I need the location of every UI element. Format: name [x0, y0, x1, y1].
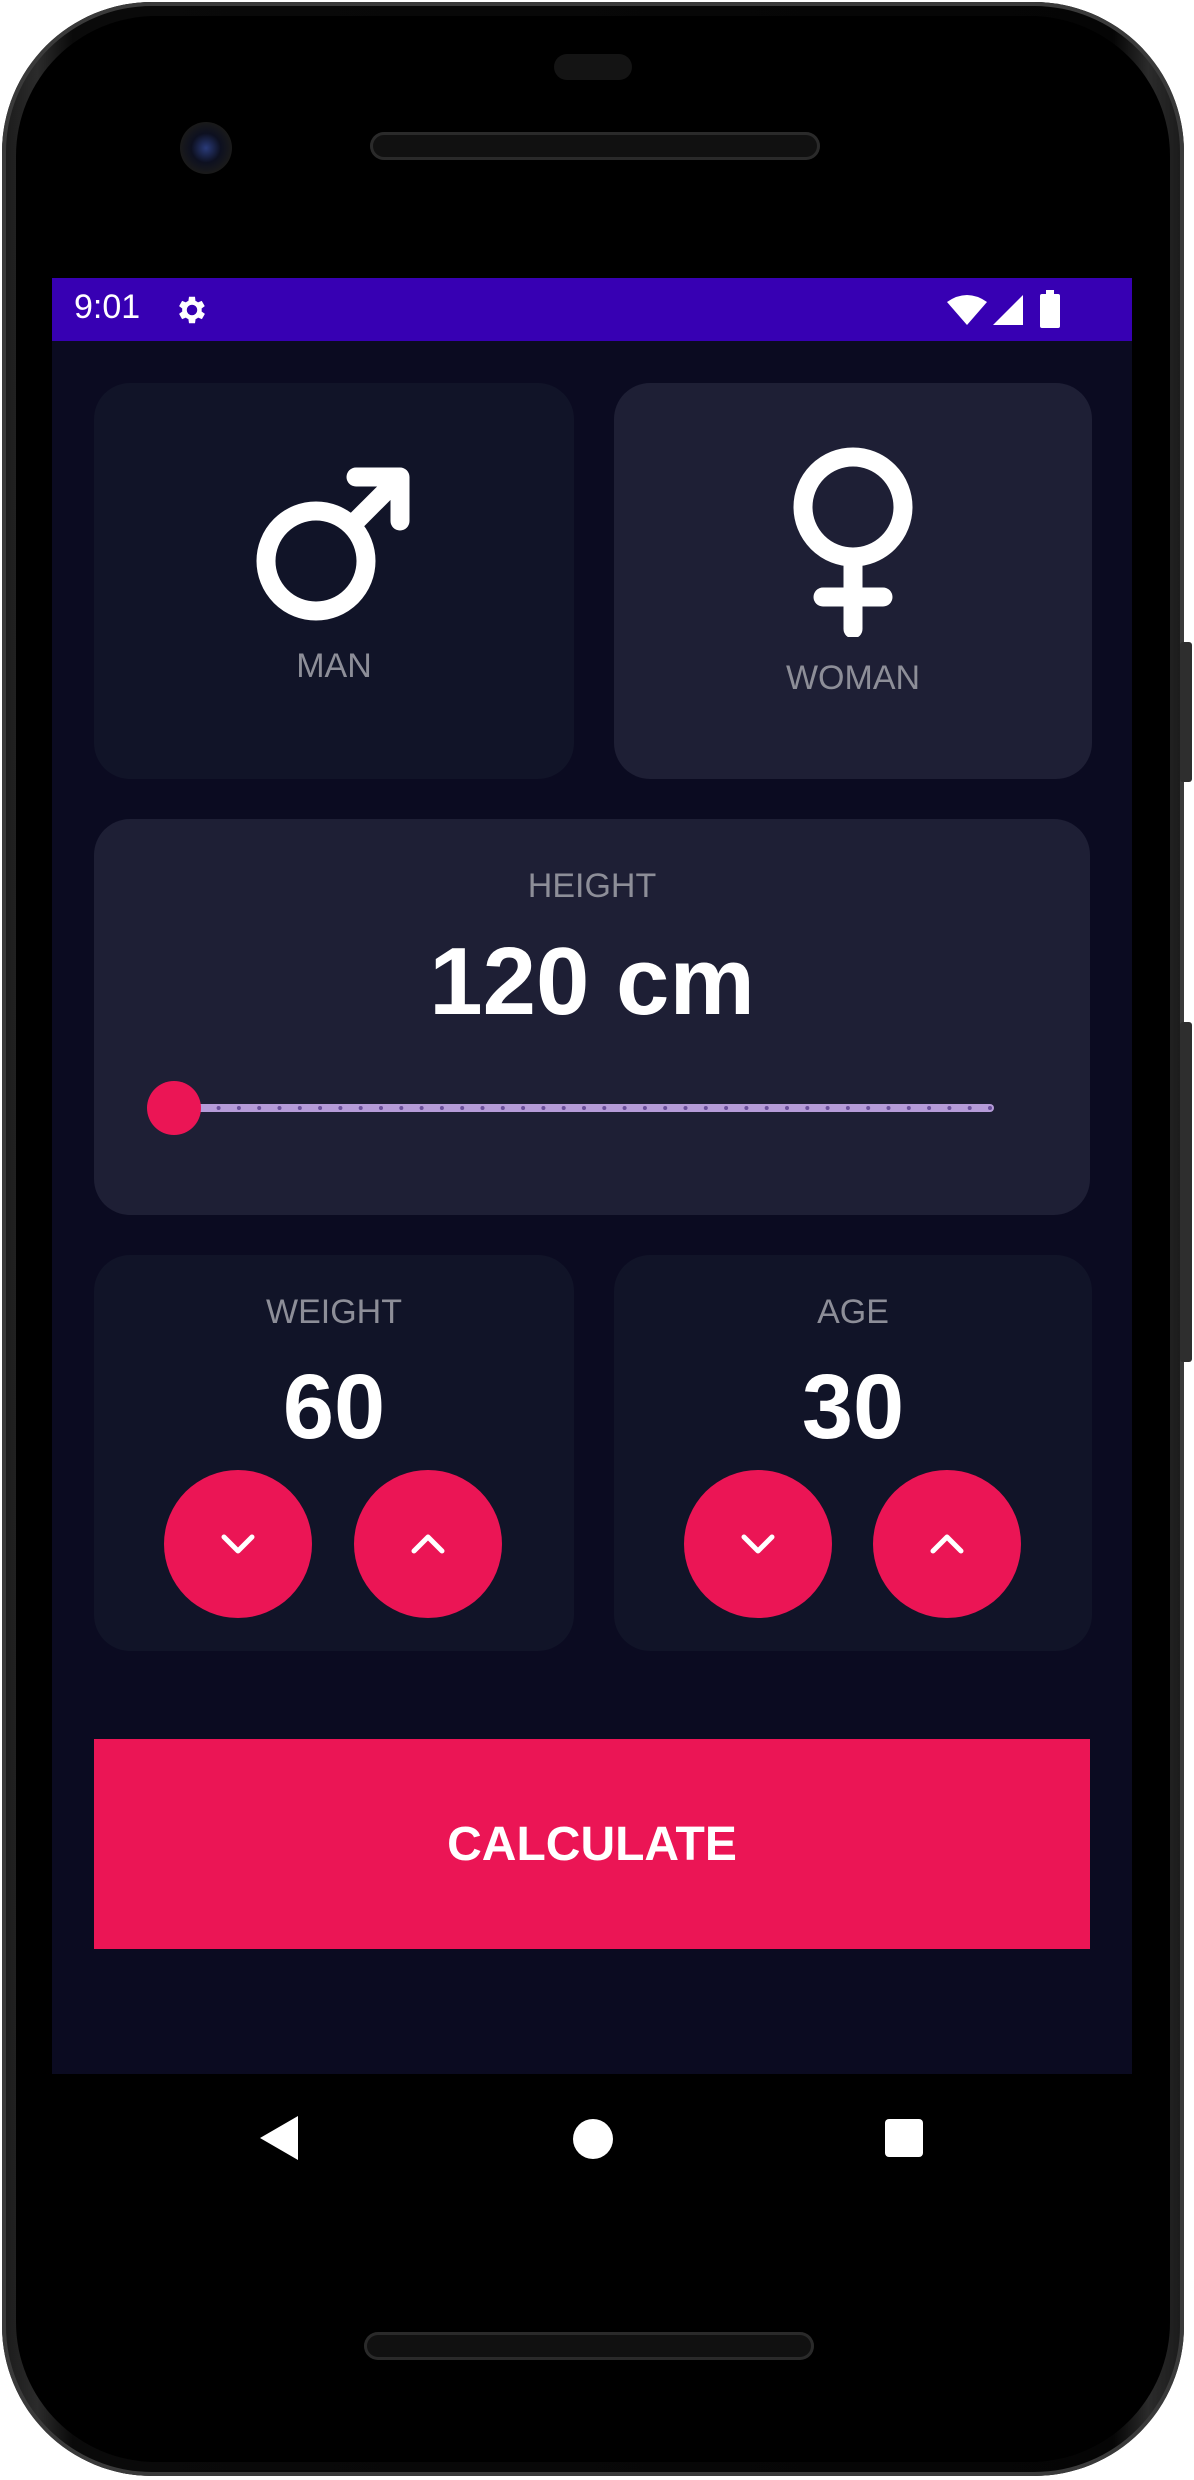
- proximity-sensor: [554, 54, 632, 80]
- gear-icon: [174, 292, 210, 332]
- age-card: AGE 30: [614, 1255, 1092, 1651]
- age-value: 30: [801, 1356, 905, 1458]
- bottom-speaker: [364, 2332, 814, 2360]
- front-camera: [180, 122, 232, 174]
- back-icon: [260, 2116, 298, 2160]
- height-label: HEIGHT: [527, 867, 657, 905]
- nav-recents-button[interactable]: [884, 2118, 924, 2162]
- top-speaker: [370, 132, 820, 160]
- age-label: AGE: [817, 1293, 889, 1331]
- chevron-up-icon: [411, 1534, 445, 1554]
- recents-icon: [885, 2119, 923, 2157]
- female-symbol-icon: [793, 447, 913, 637]
- nav-back-button[interactable]: [258, 2114, 302, 2166]
- male-symbol-icon: [256, 467, 410, 621]
- volume-button: [1180, 1022, 1192, 1362]
- man-label: MAN: [296, 647, 372, 685]
- height-value: 120 cm: [429, 928, 755, 1035]
- weight-increase-button[interactable]: [354, 1470, 502, 1618]
- wifi-icon: [946, 294, 988, 330]
- status-time: 9:01: [74, 288, 141, 326]
- gender-card-woman[interactable]: WOMAN: [614, 383, 1092, 779]
- gender-card-man[interactable]: MAN: [94, 383, 574, 779]
- height-slider-thumb[interactable]: [147, 1081, 201, 1135]
- height-slider[interactable]: [174, 1104, 994, 1112]
- slider-ticks: [176, 1106, 992, 1110]
- nav-home-button[interactable]: [572, 2118, 614, 2164]
- height-card: HEIGHT 120 cm: [94, 819, 1090, 1215]
- weight-value: 60: [282, 1356, 386, 1458]
- app-screen: 9:01 MAN WOMAN HEIGHT 120 cm WEIGHT 60 A…: [52, 278, 1132, 2074]
- battery-icon: [1040, 290, 1060, 332]
- home-icon: [573, 2119, 613, 2159]
- calculate-button[interactable]: CALCULATE: [94, 1739, 1090, 1949]
- weight-label: WEIGHT: [266, 1293, 402, 1331]
- woman-label: WOMAN: [785, 659, 921, 697]
- status-bar: 9:01: [52, 278, 1132, 341]
- cell-signal-icon: [992, 294, 1024, 330]
- chevron-down-icon: [221, 1534, 255, 1554]
- chevron-down-icon: [741, 1534, 775, 1554]
- age-decrease-button[interactable]: [684, 1470, 832, 1618]
- age-increase-button[interactable]: [873, 1470, 1021, 1618]
- weight-decrease-button[interactable]: [164, 1470, 312, 1618]
- power-button: [1180, 642, 1192, 782]
- chevron-up-icon: [930, 1534, 964, 1554]
- weight-card: WEIGHT 60: [94, 1255, 574, 1651]
